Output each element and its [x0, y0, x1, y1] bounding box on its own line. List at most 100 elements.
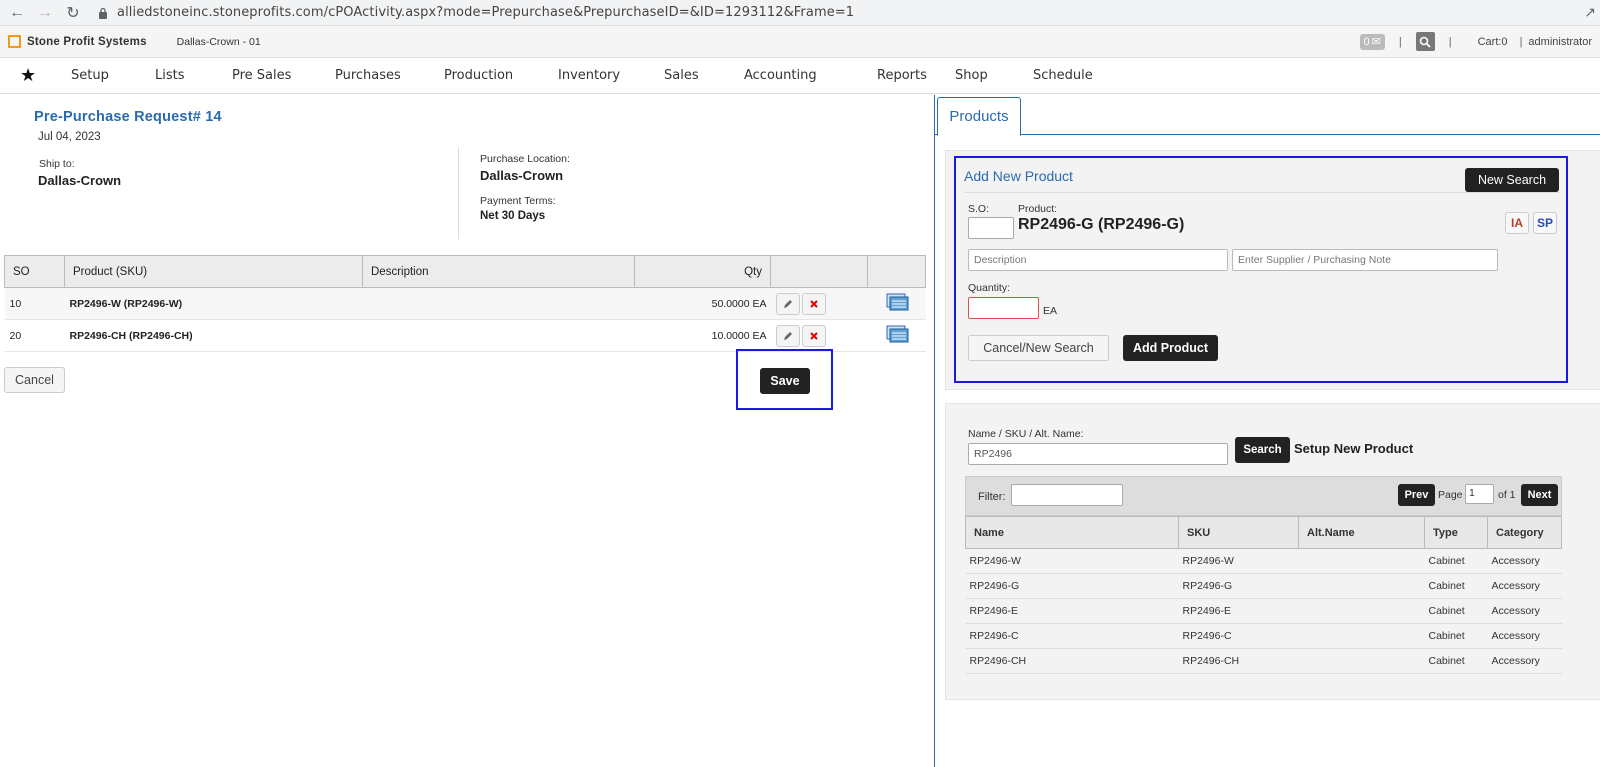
result-category: Accessory [1487, 598, 1562, 624]
setup-new-product-link[interactable]: Setup New Product [1294, 441, 1413, 456]
nav-reports[interactable]: Reports [877, 68, 927, 83]
row-product: RP2496-W (RP2496-W) [64, 287, 363, 320]
result-category: Accessory [1487, 548, 1562, 574]
quantity-label: Quantity: [968, 282, 1011, 294]
filter-input[interactable] [1011, 484, 1123, 506]
page-label: Page [1438, 489, 1463, 501]
search-button[interactable]: Search [1235, 437, 1290, 463]
search-icon[interactable] [1415, 32, 1435, 51]
delete-x-icon[interactable] [801, 324, 826, 347]
nav-inventory[interactable]: Inventory [558, 68, 620, 83]
result-type: Cabinet [1424, 623, 1488, 649]
result-type: Cabinet [1424, 598, 1488, 624]
tab-strip [935, 95, 1600, 135]
items-table: SO Product (SKU) Description Qty 10 RP24… [4, 255, 926, 352]
result-category: Accessory [1487, 573, 1562, 599]
new-search-button[interactable]: New Search [1465, 168, 1559, 192]
purchase-location-label: Purchase Location: [480, 153, 570, 165]
results-table: Name SKU Alt.Name Type Category RP2496-W… [965, 516, 1562, 674]
messages-badge[interactable]: 0 ✉ [1359, 33, 1385, 50]
prev-button[interactable]: Prev [1398, 484, 1435, 506]
row-qty: 10.0000 EA [634, 319, 771, 352]
stack-list-icon[interactable] [885, 324, 909, 344]
nav-purchases[interactable]: Purchases [335, 68, 401, 83]
filter-label: Filter: [978, 491, 1006, 503]
col-product: Product (SKU) [64, 255, 363, 288]
address-bar[interactable]: alliedstoneinc.stoneprofits.com/cPOActiv… [98, 5, 854, 20]
result-type: Cabinet [1424, 648, 1488, 674]
purchase-location-value: Dallas-Crown [480, 168, 564, 183]
edit-pencil-icon[interactable] [775, 324, 800, 347]
result-sku: RP2496-W [1178, 548, 1299, 574]
result-name[interactable]: RP2496-W [965, 548, 1179, 574]
nav-accounting[interactable]: Accounting [744, 68, 817, 83]
save-button[interactable]: Save [760, 368, 810, 394]
nav-lists[interactable]: Lists [155, 68, 185, 83]
result-sku: RP2496-E [1178, 598, 1299, 624]
table-row[interactable]: RP2496-CH RP2496-CH Cabinet Accessory [965, 648, 1562, 674]
delete-x-icon[interactable] [801, 292, 826, 315]
forward-icon[interactable]: → [34, 2, 56, 24]
quantity-input[interactable] [968, 297, 1039, 319]
table-row: 10 RP2496-W (RP2496-W) 50.0000 EA [4, 287, 926, 320]
next-button[interactable]: Next [1521, 484, 1558, 506]
col-category: Category [1487, 516, 1562, 549]
result-alt [1298, 648, 1425, 674]
back-icon[interactable]: ← [6, 2, 28, 24]
row-qty: 50.0000 EA [634, 287, 771, 320]
stack-list-icon[interactable] [885, 292, 909, 312]
ship-to-label: Ship to: [39, 158, 75, 170]
col-sku: SKU [1178, 516, 1299, 549]
table-row: 20 RP2496-CH (RP2496-CH) 10.0000 EA [4, 319, 926, 352]
user-menu[interactable]: administrator [1528, 36, 1592, 48]
supplier-note-input[interactable]: Enter Supplier / Purchasing Note [1232, 249, 1498, 271]
col-so: SO [4, 255, 65, 288]
nav-pre-sales[interactable]: Pre Sales [232, 68, 291, 83]
add-product-button[interactable]: Add Product [1123, 335, 1218, 361]
cancel-button[interactable]: Cancel [4, 367, 65, 393]
app-header: Stone Profit Systems Dallas-Crown - 01 0… [0, 26, 1600, 58]
payment-terms-label: Payment Terms: [480, 195, 556, 207]
page-input[interactable]: 1 [1465, 484, 1494, 504]
reload-icon[interactable]: ↻ [62, 2, 84, 24]
result-name[interactable]: RP2496-G [965, 573, 1179, 599]
result-name[interactable]: RP2496-CH [965, 648, 1179, 674]
table-row[interactable]: RP2496-E RP2496-E Cabinet Accessory [965, 598, 1562, 624]
nav-shop[interactable]: Shop [955, 68, 988, 83]
lock-icon [99, 7, 107, 19]
nav-schedule[interactable]: Schedule [1033, 68, 1093, 83]
search-input[interactable]: RP2496 [968, 443, 1228, 465]
logo-icon [8, 35, 21, 48]
table-row[interactable]: RP2496-G RP2496-G Cabinet Accessory [965, 573, 1562, 599]
col-description: Description [362, 255, 635, 288]
edit-pencil-icon[interactable] [775, 292, 800, 315]
row-product: RP2496-CH (RP2496-CH) [64, 319, 363, 352]
result-type: Cabinet [1424, 573, 1488, 599]
result-name[interactable]: RP2496-C [965, 623, 1179, 649]
result-name[interactable]: RP2496-E [965, 598, 1179, 624]
so-input[interactable] [968, 217, 1014, 239]
result-alt [1298, 548, 1425, 574]
table-row[interactable]: RP2496-W RP2496-W Cabinet Accessory [965, 548, 1562, 574]
brand-name: Stone Profit Systems [27, 35, 147, 48]
tab-products[interactable]: Products [937, 97, 1021, 136]
nav-production[interactable]: Production [444, 68, 513, 83]
col-type: Type [1424, 516, 1488, 549]
col-name: Name [965, 516, 1179, 549]
nav-setup[interactable]: Setup [71, 68, 109, 83]
description-input[interactable]: Description [968, 249, 1228, 271]
products-panel: Products Add New Product New Search S.O:… [934, 95, 1600, 767]
col-qty: Qty [634, 255, 771, 288]
row-description [362, 319, 635, 352]
favorites-star-icon[interactable]: ★ [20, 65, 36, 86]
sp-button[interactable]: SP [1533, 212, 1557, 234]
ia-button[interactable]: IA [1505, 212, 1529, 234]
nav-sales[interactable]: Sales [664, 68, 699, 83]
table-row[interactable]: RP2496-C RP2496-C Cabinet Accessory [965, 623, 1562, 649]
message-count: 0 [1363, 35, 1370, 48]
cart-link[interactable]: Cart:0 [1478, 36, 1508, 48]
location-selector[interactable]: Dallas-Crown - 01 [177, 36, 261, 48]
result-category: Accessory [1487, 648, 1562, 674]
share-icon[interactable]: ↗ [1584, 4, 1596, 21]
cancel-new-search-button[interactable]: Cancel/New Search [968, 335, 1109, 361]
